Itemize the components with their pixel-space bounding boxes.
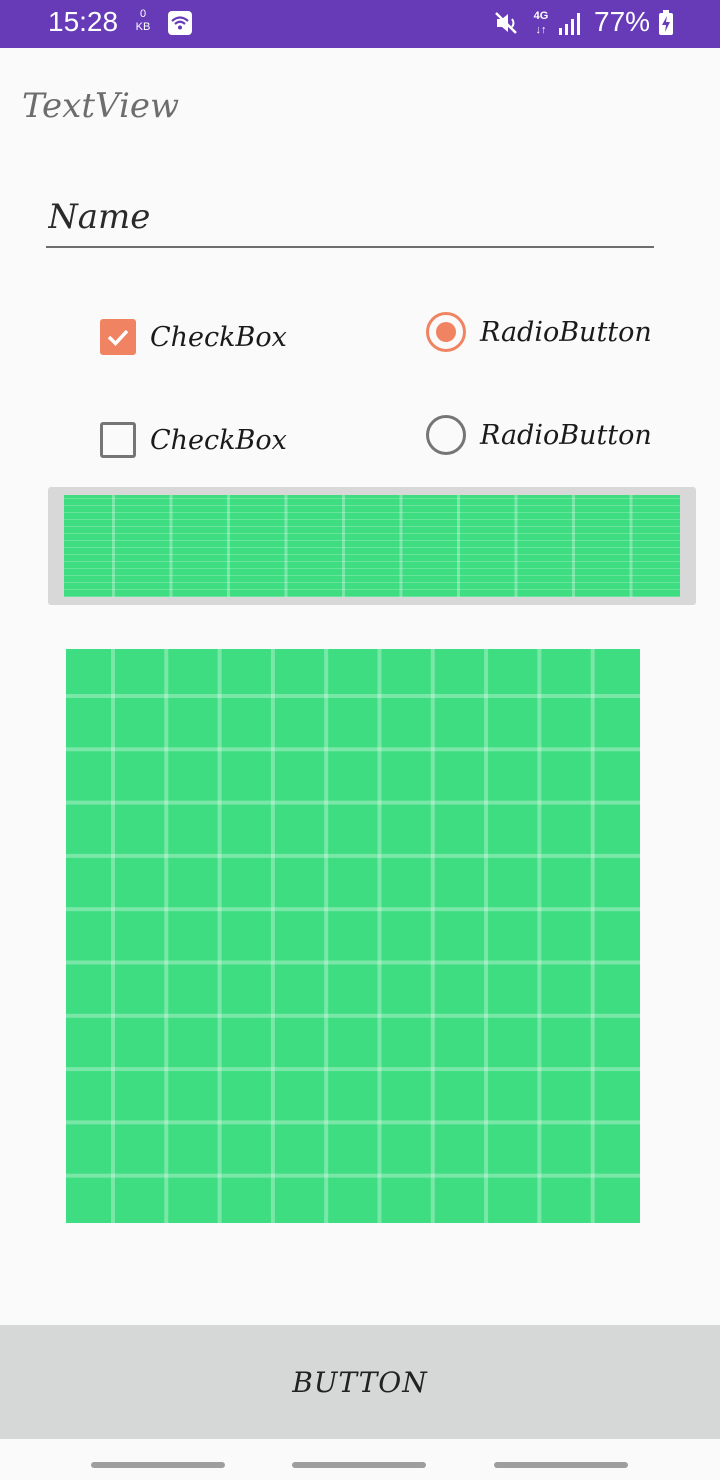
checkbox-2-label: CheckBox	[150, 424, 287, 456]
textview: TextView	[22, 86, 180, 126]
network-speed-value: 0	[139, 8, 147, 20]
battery-percent: 77%	[594, 6, 651, 37]
wifi-calling-icon	[168, 11, 192, 39]
recents-nav-handle[interactable]	[91, 1462, 225, 1468]
radio-selected-dot	[436, 322, 456, 342]
checkbox-1[interactable]: CheckBox	[100, 319, 287, 355]
navigation-bar	[0, 1439, 720, 1480]
mute-icon	[494, 10, 520, 40]
network-type-label: 4G	[533, 10, 549, 22]
radio-button-2-circle[interactable]	[426, 415, 466, 455]
image-view-small	[64, 495, 680, 597]
network-type-indicator: 4G ↓↑	[530, 9, 552, 37]
status-time: 15:28	[48, 6, 119, 37]
main-button[interactable]: BUTTON	[0, 1325, 720, 1439]
home-nav-handle[interactable]	[292, 1462, 426, 1468]
radio-button-1-label: RadioButton	[480, 316, 652, 348]
battery-charging-icon	[658, 10, 674, 40]
status-bar: 15:28 0 KB 4G ↓↑ 77%	[0, 0, 720, 48]
network-activity-arrows: ↓↑	[535, 24, 547, 36]
checkbox-2[interactable]: CheckBox	[100, 422, 287, 458]
radio-button-2[interactable]: RadioButton	[426, 415, 652, 455]
network-speed-indicator: 0 KB	[133, 8, 153, 34]
checkmark-icon	[107, 329, 129, 347]
app-screen: 15:28 0 KB 4G ↓↑ 77% TextView Name Check…	[0, 0, 720, 1480]
radio-button-2-label: RadioButton	[480, 419, 652, 451]
radio-button-1-circle[interactable]	[426, 312, 466, 352]
checkbox-1-box[interactable]	[100, 319, 136, 355]
checkbox-2-box[interactable]	[100, 422, 136, 458]
image-view-large	[66, 649, 640, 1223]
signal-strength-icon	[558, 12, 584, 40]
back-nav-handle[interactable]	[494, 1462, 628, 1468]
checkbox-1-label: CheckBox	[150, 321, 287, 353]
network-speed-unit: KB	[135, 21, 151, 33]
radio-button-1[interactable]: RadioButton	[426, 312, 652, 352]
name-field[interactable]	[46, 188, 654, 248]
